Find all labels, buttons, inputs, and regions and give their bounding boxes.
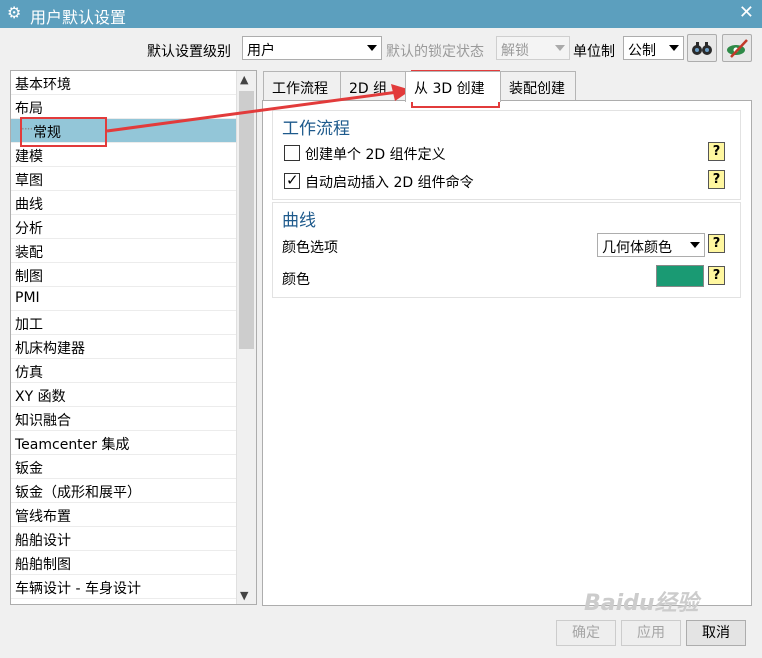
annotation-arrow <box>106 84 411 133</box>
tab-label: 从 3D 创建 <box>414 81 485 97</box>
tab-create-from-3d[interactable]: 从 3D 创建 <box>405 71 501 102</box>
